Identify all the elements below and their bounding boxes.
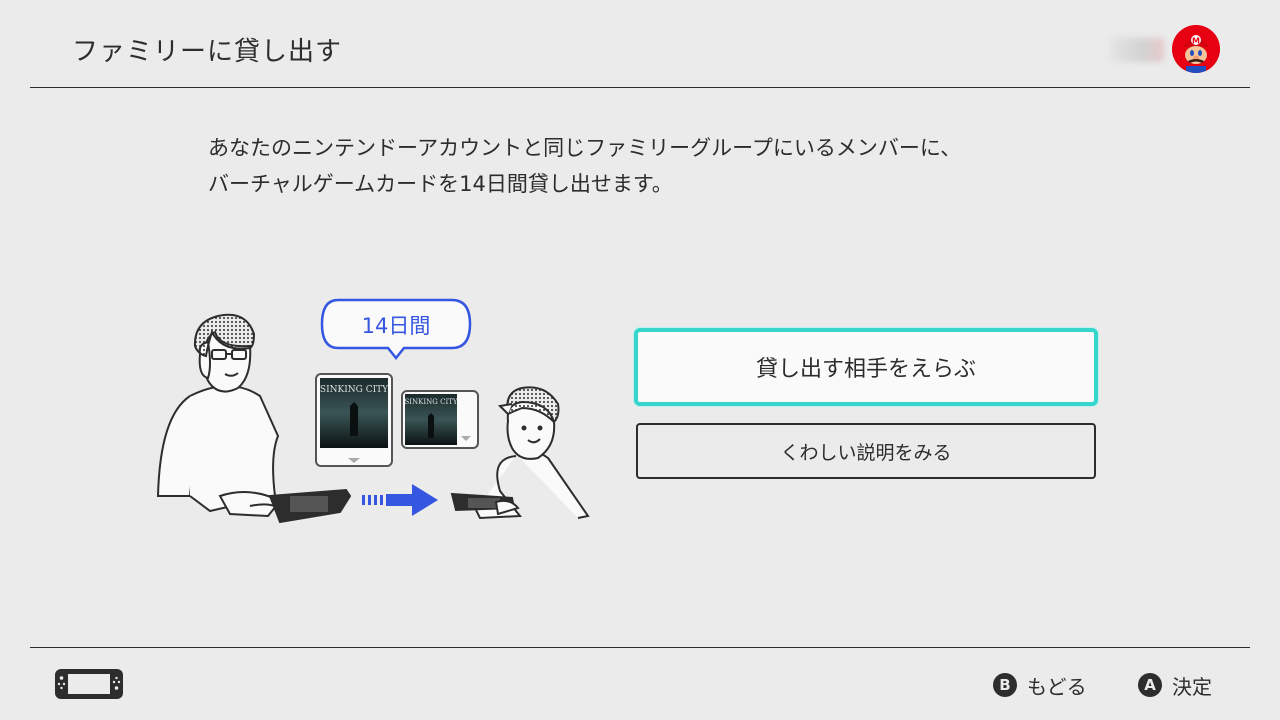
page-title: ファミリーに貸し出す (72, 37, 343, 67)
svg-text:SINKING CITY: SINKING CITY (404, 398, 457, 406)
lending-illustration: SINKING CITY SINKING CITY 14日間 (150, 296, 600, 536)
back-label: もどる (1027, 674, 1087, 699)
confirm-hint[interactable]: A 決定 (1138, 671, 1212, 699)
a-button-icon: A (1138, 673, 1162, 697)
back-hint[interactable]: B もどる (993, 671, 1087, 699)
description-text: あなたのニンテンドーアカウントと同じファミリーグループにいるメンバーに、 バーチ… (208, 130, 961, 202)
mario-avatar-icon[interactable]: M (1172, 25, 1220, 73)
game-card-large: SINKING CITY (315, 373, 393, 467)
select-recipient-button[interactable]: 貸し出す相手をえらぶ (634, 328, 1098, 406)
view-details-button[interactable]: くわしい説明をみる (636, 423, 1096, 479)
game-card-small: SINKING CITY (401, 390, 479, 449)
switch-handheld-icon (54, 668, 124, 700)
b-button-icon: B (993, 673, 1017, 697)
username-blurred (1110, 38, 1164, 62)
description-line-2: バーチャルゲームカードを14日間貸し出せます。 (208, 172, 673, 196)
svg-text:M: M (1192, 37, 1200, 46)
description-line-1: あなたのニンテンドーアカウントと同じファミリーグループにいるメンバーに、 (208, 136, 962, 160)
transfer-arrow-icon (362, 484, 438, 516)
header-divider (30, 87, 1250, 88)
select-recipient-label: 貸し出す相手をえらぶ (755, 357, 976, 382)
confirm-label: 決定 (1172, 674, 1212, 699)
svg-text:SINKING CITY: SINKING CITY (320, 385, 389, 395)
footer-divider (30, 647, 1250, 648)
view-details-label: くわしい説明をみる (780, 441, 952, 464)
duration-bubble-text: 14日間 (361, 314, 431, 338)
